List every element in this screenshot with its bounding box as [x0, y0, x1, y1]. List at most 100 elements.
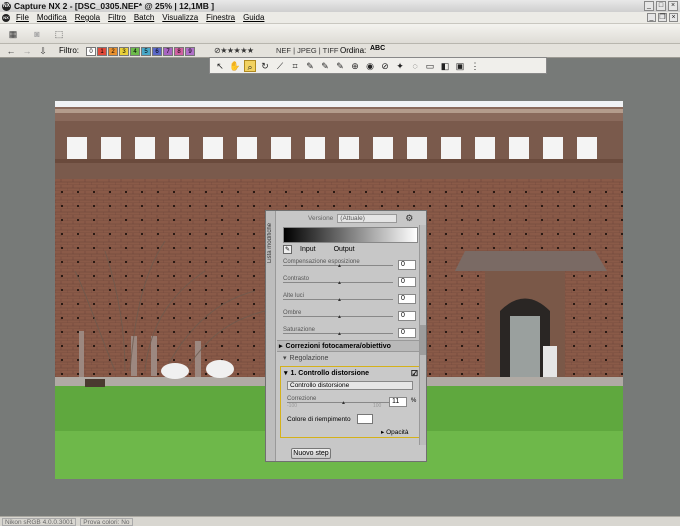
- scrollbar-thumb[interactable]: [420, 325, 426, 355]
- fill-color-label: Colore di riempimento: [287, 415, 351, 423]
- more-tools-icon[interactable]: ⋮: [469, 60, 481, 72]
- title-bar: NX Capture NX 2 - [DSC_0305.NEF* @ 25% |…: [0, 0, 680, 12]
- correction-value[interactable]: 11: [389, 397, 407, 407]
- filter-chip-7[interactable]: 7: [163, 47, 173, 56]
- slider-value[interactable]: 0: [398, 311, 416, 321]
- slider-knob[interactable]: ▲: [337, 314, 342, 320]
- slider-knob[interactable]: ▲: [337, 297, 342, 303]
- gear-icon[interactable]: ⚙: [405, 213, 413, 224]
- menu-modifica[interactable]: Modifica: [37, 13, 67, 22]
- filter-chip-5[interactable]: 5: [141, 47, 151, 56]
- version-label: Versione: [308, 214, 334, 222]
- close-button[interactable]: ×: [668, 1, 678, 11]
- soft-proof-status[interactable]: Prova colori: No: [80, 517, 133, 526]
- crop-icon[interactable]: ⌗: [289, 60, 301, 72]
- version-row: Versione (Attuale) ⚙: [277, 211, 426, 225]
- eyedropper-icon[interactable]: ✎: [283, 244, 292, 254]
- grid-view-icon[interactable]: ▦: [6, 28, 20, 40]
- zoom-icon[interactable]: ⌕: [244, 59, 256, 72]
- fill-color-row: Colore di riempimento: [287, 414, 373, 424]
- back-arrow-icon[interactable]: ←: [4, 45, 18, 57]
- filter-chip-8[interactable]: 8: [174, 47, 184, 56]
- slider-value[interactable]: 0: [398, 328, 416, 338]
- menu-visualizza[interactable]: Visualizza: [162, 13, 198, 22]
- filter-chip-1[interactable]: 1: [97, 47, 107, 56]
- new-step-button[interactable]: Nuovo step: [291, 448, 331, 459]
- menu-finestra[interactable]: Finestra: [206, 13, 235, 22]
- camera-icon[interactable]: ◙: [30, 28, 44, 40]
- rating-filter[interactable]: ⊘★★★★★: [214, 46, 254, 55]
- menu-bar: NX File Modifica Regola Filtro Batch Vis…: [0, 12, 680, 24]
- rotate-icon[interactable]: ↻: [259, 60, 271, 72]
- distortion-control-step: ▾ 1. Controllo distorsione ☑ Controllo di…: [280, 366, 423, 438]
- hand-icon[interactable]: ✋: [229, 60, 241, 72]
- panel-side-tab[interactable]: Lista modifiche: [266, 211, 276, 461]
- doc-close-button[interactable]: ×: [669, 13, 678, 22]
- straighten-icon[interactable]: ⟋: [274, 60, 286, 72]
- correction-slider: Correzione ▲ -100 100 11 %: [281, 392, 421, 409]
- neutral-point-icon[interactable]: ✎: [319, 60, 331, 72]
- lasso-icon[interactable]: ◌: [409, 60, 421, 72]
- slider-value[interactable]: 0: [398, 277, 416, 287]
- fill-color-swatch[interactable]: [356, 414, 373, 424]
- slider-row: Contrasto ▲ 0: [277, 272, 426, 289]
- auto-retouch-icon[interactable]: ⊘: [379, 60, 391, 72]
- black-point-icon[interactable]: ✎: [304, 60, 316, 72]
- filter-toolbar: ← → ⇩ Filtro: 0123456789 ⊘★★★★★ NEF | JP…: [0, 44, 680, 58]
- correction-max: 100: [373, 403, 382, 409]
- doc-restore-button[interactable]: ❐: [658, 13, 667, 22]
- filter-chip-2[interactable]: 2: [108, 47, 118, 56]
- sort-label: Ordina:: [340, 46, 367, 55]
- gradient-icon[interactable]: ◧: [439, 60, 451, 72]
- menu-filtro[interactable]: Filtro: [108, 13, 126, 22]
- maximize-button[interactable]: □: [656, 1, 666, 11]
- slider-value[interactable]: 0: [398, 260, 416, 270]
- menu-file[interactable]: File: [16, 13, 29, 22]
- panel-scrollbar[interactable]: [419, 225, 426, 445]
- levels-curve[interactable]: [283, 227, 418, 243]
- slider-knob[interactable]: ▲: [337, 331, 342, 337]
- step-header[interactable]: ▾ 1. Controllo distorsione ☑: [281, 367, 422, 379]
- edit-list-tab-label: Lista modifiche: [267, 223, 273, 264]
- menu-batch[interactable]: Batch: [134, 13, 154, 22]
- inbox-icon[interactable]: ⬚: [52, 28, 66, 40]
- sort-button[interactable]: ABC: [370, 45, 385, 52]
- menu-regola[interactable]: Regola: [75, 13, 100, 22]
- version-select[interactable]: (Attuale): [337, 213, 398, 223]
- step-title: 1. Controllo distorsione: [290, 369, 370, 377]
- camera-lens-corrections-header[interactable]: ▸ Correzioni fotocamera/obiettivo: [277, 340, 426, 352]
- slider-value[interactable]: 0: [398, 294, 416, 304]
- folder-icon[interactable]: ⇩: [36, 45, 50, 57]
- filter-chip-9[interactable]: 9: [185, 47, 195, 56]
- fill-icon[interactable]: ▣: [454, 60, 466, 72]
- forward-arrow-icon[interactable]: →: [20, 45, 34, 57]
- slider-row: Compensazione esposizione ▲ 0: [277, 255, 426, 272]
- opacity-row[interactable]: ▸ Opacità: [381, 428, 408, 436]
- filter-label: Filtro:: [59, 46, 79, 55]
- edit-list-panel: Lista modifiche Versione (Attuale) ⚙ ✎ I…: [265, 210, 427, 462]
- window-title: Capture NX 2 - [DSC_0305.NEF* @ 25% | 12…: [14, 1, 215, 11]
- slider-knob[interactable]: ▲: [337, 263, 342, 269]
- filter-chip-0[interactable]: 0: [86, 47, 96, 56]
- step-enable-checkbox[interactable]: ☑: [411, 369, 418, 378]
- adjustment-header[interactable]: ▾ Regolazione: [277, 352, 426, 364]
- red-eye-icon[interactable]: ◉: [364, 60, 376, 72]
- label-filter-chips: 0123456789: [86, 47, 195, 56]
- white-point-icon[interactable]: ✎: [334, 60, 346, 72]
- filter-chip-3[interactable]: 3: [119, 47, 129, 56]
- marquee-icon[interactable]: ▭: [424, 60, 436, 72]
- slider-row: Alte luci ▲ 0: [277, 289, 426, 306]
- format-filter[interactable]: NEF | JPEG | TIFF: [276, 46, 339, 55]
- filter-chip-4[interactable]: 4: [130, 47, 140, 56]
- main-toolbar: ▦ ◙ ⬚: [0, 24, 680, 44]
- menu-guida[interactable]: Guida: [243, 13, 264, 22]
- minimize-button[interactable]: _: [644, 1, 654, 11]
- doc-minimize-button[interactable]: _: [647, 13, 656, 22]
- slider-knob[interactable]: ▲: [337, 280, 342, 286]
- selection-brush-icon[interactable]: ✦: [394, 60, 406, 72]
- filter-chip-6[interactable]: 6: [152, 47, 162, 56]
- color-control-point-icon[interactable]: ⊕: [349, 60, 361, 72]
- distortion-select[interactable]: Controllo distorsione: [287, 381, 413, 390]
- correction-knob[interactable]: ▲: [341, 400, 346, 406]
- direct-select-icon[interactable]: ↖: [214, 60, 226, 72]
